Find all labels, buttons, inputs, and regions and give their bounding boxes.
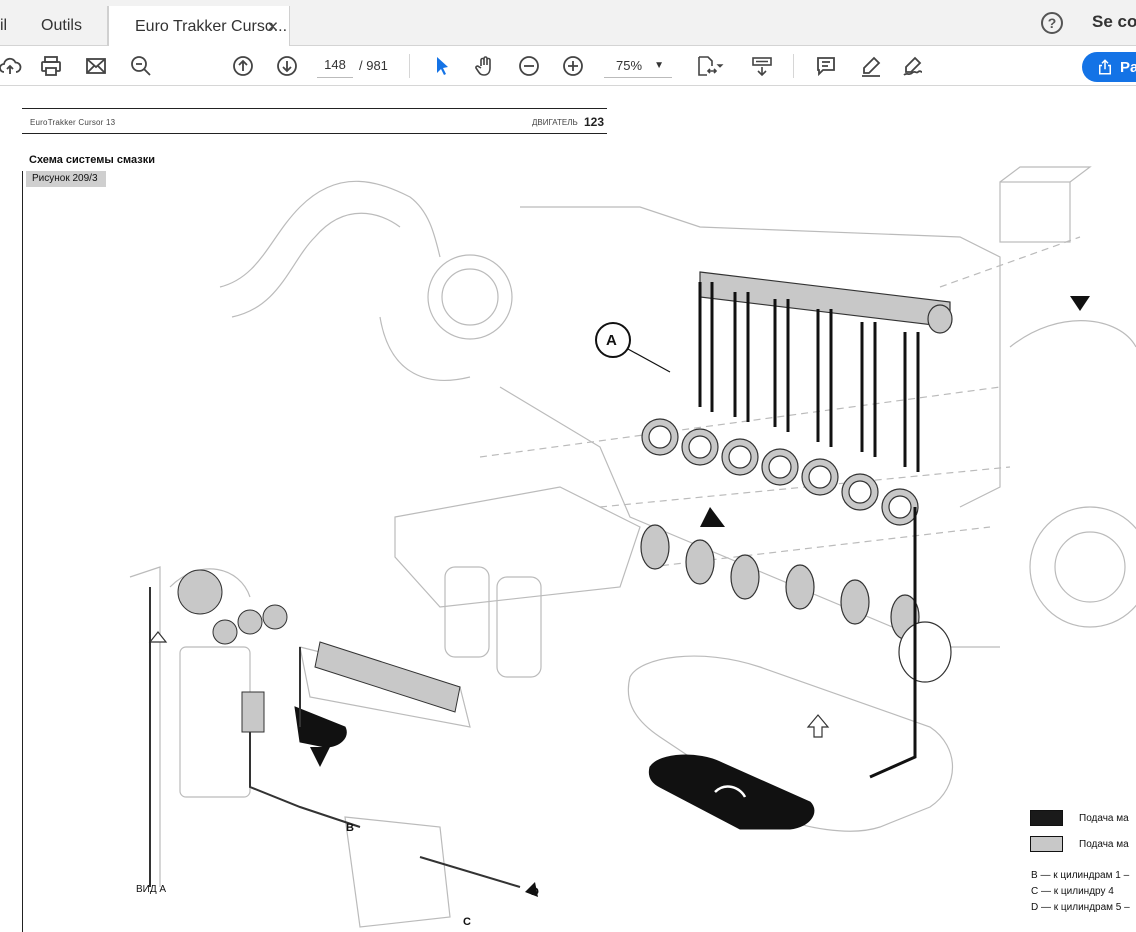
main-bearings (641, 418, 919, 526)
callout-c: C (463, 916, 471, 928)
zoom-value: 75% (616, 58, 643, 73)
callout-a-leader (627, 348, 671, 373)
close-tab-icon[interactable]: ✕ (266, 18, 279, 36)
view-a-parts (177, 569, 461, 733)
callout-d: D (531, 886, 539, 898)
toolbar: 148 / 981 75% ▼ Pa (0, 46, 1136, 86)
page-number-input[interactable]: 148 (317, 54, 353, 78)
upload-cloud-icon[interactable] (0, 52, 24, 80)
tab-document-label: Euro Trakker Curso... (135, 17, 288, 35)
view-a-label: ВИД А (136, 884, 167, 895)
highlight-pen-icon[interactable] (857, 52, 885, 80)
tab-tools[interactable]: Outils (16, 6, 108, 46)
hand-tool-icon[interactable] (471, 52, 499, 80)
chevron-down-icon: ▼ (654, 60, 664, 71)
legend-label-return: Подача ма (1079, 839, 1129, 850)
help-icon[interactable]: ? (1041, 12, 1063, 34)
lubrication-diagram (129, 166, 1136, 928)
email-icon[interactable] (82, 52, 110, 80)
note-b: B — к цилиндрам 1 – (1031, 870, 1130, 881)
share-button-label: Pa (1120, 58, 1136, 76)
document-page: EuroTrakker Cursor 13 ДВИГАТЕЛЬ 123 Схем… (0, 87, 1136, 932)
zoom-select[interactable]: 75% ▼ (604, 54, 672, 78)
legend-swatch-return (1030, 836, 1063, 852)
tab-bar: il Outils Euro Trakker Curso... ✕ ? Se c… (0, 0, 1136, 47)
legend-label-pressure: Подача ма (1079, 813, 1129, 824)
callout-b: B (346, 822, 354, 834)
rocker-shaft (699, 271, 953, 334)
scroll-mode-icon[interactable] (748, 52, 776, 80)
page-total: / 981 (359, 58, 388, 73)
note-d: D — к цилиндрам 5 – (1031, 902, 1130, 913)
share-button[interactable]: Pa (1082, 52, 1136, 82)
legend-swatch-pressure (1030, 810, 1063, 826)
sign-in-link[interactable]: Se co (1092, 12, 1136, 32)
signature-icon[interactable] (899, 52, 927, 80)
toolbar-divider (409, 54, 410, 78)
engine-outline (129, 166, 1136, 928)
callout-a: A (606, 332, 617, 349)
tab-home[interactable]: il (0, 6, 16, 46)
crankshaft (640, 524, 952, 683)
note-c: C — к цилиндру 4 (1031, 886, 1114, 897)
print-icon[interactable] (37, 52, 65, 80)
share-icon (1099, 59, 1111, 75)
oil-drillings (698, 282, 920, 779)
zoom-in-icon[interactable] (559, 52, 587, 80)
previous-page-icon[interactable] (229, 52, 257, 80)
tab-tools-label: Outils (41, 17, 82, 34)
oil-pressure-fill (294, 706, 815, 830)
page-fit-menu-icon[interactable] (713, 52, 727, 80)
tab-document[interactable]: Euro Trakker Curso... ✕ (108, 6, 290, 47)
comment-icon[interactable] (812, 52, 840, 80)
toolbar-divider (793, 54, 794, 78)
zoom-out-icon[interactable] (515, 52, 543, 80)
select-cursor-icon[interactable] (428, 52, 456, 80)
tab-home-label: il (0, 17, 8, 34)
search-zoom-icon[interactable] (127, 52, 155, 80)
next-page-icon[interactable] (273, 52, 301, 80)
